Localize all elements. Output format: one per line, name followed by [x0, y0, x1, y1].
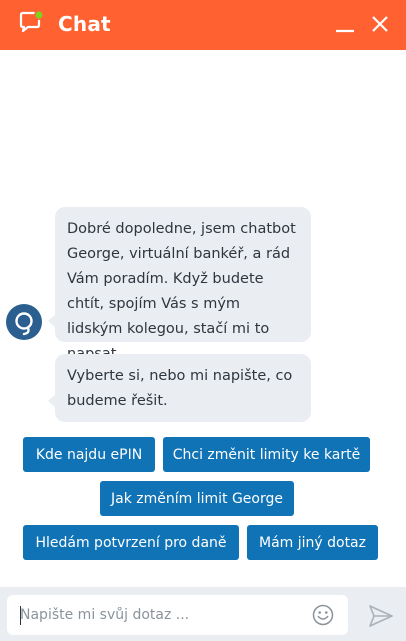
emoji-button[interactable] — [312, 604, 334, 626]
emoji-icon — [312, 604, 334, 626]
send-button[interactable] — [368, 604, 394, 628]
bot-avatar — [6, 304, 42, 340]
message-input[interactable] — [20, 595, 300, 635]
composer-bar — [0, 587, 406, 641]
quick-reply-card-limits[interactable]: Chci změnit limity ke kartě — [163, 437, 370, 472]
send-icon — [369, 605, 393, 627]
bot-message-text: Dobré dopoledne, jsem chatbot George, vi… — [67, 221, 296, 362]
bot-message: Dobré dopoledne, jsem chatbot George, vi… — [48, 207, 311, 362]
bot-message-text: Vyberte si, nebo mi napište, co budeme ř… — [67, 368, 293, 409]
composer-input-box — [7, 595, 348, 635]
quick-reply-tax-confirmation[interactable]: Hledám potvrzení pro daně — [23, 525, 239, 560]
bot-message: Vyberte si, nebo mi napište, co budeme ř… — [48, 354, 311, 422]
quick-reply-epin[interactable]: Kde najdu ePIN — [23, 437, 155, 472]
quick-reply-george-limit[interactable]: Jak změním limit George — [100, 481, 294, 516]
quick-reply-other-question[interactable]: Mám jiný dotaz — [247, 525, 378, 560]
